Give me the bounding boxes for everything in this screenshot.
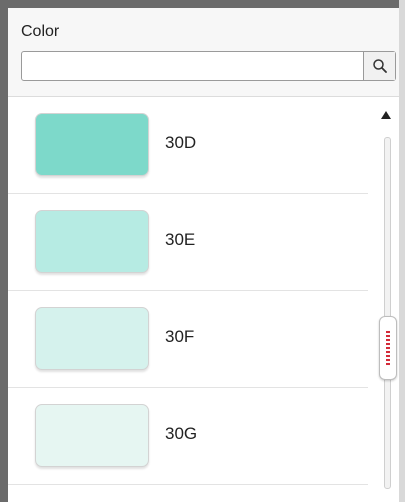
color-item-label: 30F	[165, 327, 195, 346]
search-button[interactable]	[363, 52, 395, 80]
grip-dots-icon	[386, 330, 390, 366]
color-swatch[interactable]	[35, 404, 149, 467]
color-swatch[interactable]	[35, 210, 149, 273]
scrollbar-thumb[interactable]	[379, 316, 397, 380]
color-search-box	[21, 51, 396, 81]
window-border-right	[399, 0, 405, 502]
color-item-30e[interactable]: 30E	[8, 194, 368, 291]
window-border-top	[0, 0, 405, 8]
color-swatch[interactable]	[35, 113, 149, 176]
color-item-label: 30E	[165, 230, 196, 249]
vertical-scrollbar[interactable]	[373, 97, 399, 503]
color-list-area: 30D 30E 30F 30G	[8, 96, 399, 503]
color-item-30g[interactable]: 30G	[8, 388, 368, 485]
color-panel-header: Color	[8, 8, 399, 96]
color-list: 30D 30E 30F 30G	[8, 97, 368, 503]
color-search-input[interactable]	[22, 52, 362, 80]
color-item-30d[interactable]: 30D	[8, 97, 368, 194]
color-swatch[interactable]	[35, 307, 149, 370]
color-label: Color	[21, 23, 60, 40]
triangle-up-icon[interactable]	[381, 111, 391, 119]
color-item-label: 30D	[165, 133, 197, 152]
color-item-30f[interactable]: 30F	[8, 291, 368, 388]
scrollbar-track[interactable]	[384, 137, 391, 489]
color-item-label: 30G	[165, 424, 198, 443]
search-icon	[372, 59, 387, 73]
window-border-left	[0, 0, 8, 502]
